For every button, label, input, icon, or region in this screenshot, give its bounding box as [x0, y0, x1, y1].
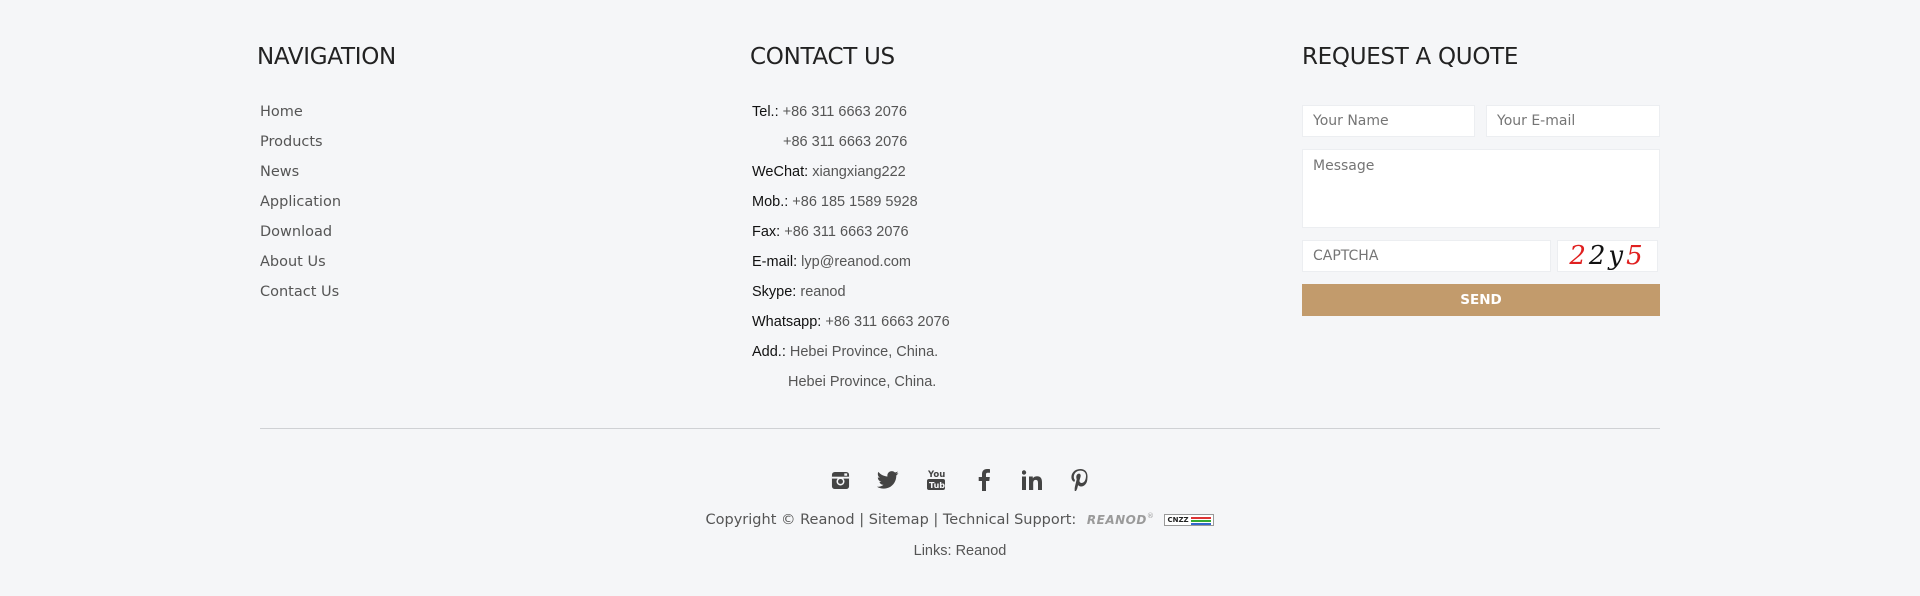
contact-row-email: E-mail: lyp@reanod.com [752, 254, 911, 270]
links-item-reanod[interactable]: Reanod [956, 543, 1007, 559]
nav-link-news[interactable]: News [260, 157, 341, 187]
reanod-logo[interactable]: REANOD [1087, 513, 1147, 527]
message-textarea[interactable] [1302, 149, 1660, 228]
social-links: YouTube [0, 465, 1920, 495]
footer-divider [260, 428, 1660, 429]
facebook-icon[interactable] [972, 465, 996, 495]
instagram-icon[interactable] [828, 465, 852, 495]
nav-link-home[interactable]: Home [260, 97, 341, 127]
nav-link-about-us[interactable]: About Us [260, 247, 341, 277]
separator: | [933, 512, 939, 528]
links-label: Links: [913, 543, 952, 559]
contact-heading: CONTACT US [750, 44, 895, 70]
nav-link-download[interactable]: Download [260, 217, 341, 247]
sitemap-link[interactable]: Sitemap [869, 512, 929, 528]
captcha-char: 5 [1626, 241, 1646, 271]
captcha-char: y [1608, 241, 1627, 271]
nav-link-products[interactable]: Products [260, 127, 341, 157]
contact-row-address: Add.: Hebei Province, China. [752, 344, 939, 360]
send-button[interactable]: SEND [1302, 284, 1660, 316]
pinterest-icon[interactable] [1068, 465, 1092, 495]
copyright-link[interactable]: Copyright © Reanod [706, 512, 855, 528]
contact-row-tel-2: +86 311 6663 2076 [783, 134, 908, 150]
separator: | [859, 512, 865, 528]
contact-row-whatsapp: Whatsapp: +86 311 6663 2076 [752, 314, 950, 330]
cnzz-logo[interactable]: CNZZ [1164, 514, 1215, 526]
navigation-heading: NAVIGATION [257, 44, 396, 70]
email-input[interactable] [1486, 105, 1660, 137]
navigation-list: Home Products News Application Download … [260, 97, 341, 307]
registered-mark: ® [1146, 512, 1154, 521]
youtube-icon[interactable]: YouTube [924, 465, 948, 495]
contact-row-tel: Tel.: +86 311 6663 2076 [752, 104, 907, 120]
captcha-char: 2 [1569, 241, 1589, 271]
technical-support-label: Technical Support: [942, 512, 1077, 528]
nav-link-application[interactable]: Application [260, 187, 341, 217]
contact-row-wechat: WeChat: xiangxiang222 [752, 164, 906, 180]
contact-list: Tel.: +86 311 6663 2076 +86 311 6663 207… [752, 97, 950, 397]
twitter-icon[interactable] [876, 465, 900, 495]
contact-row-mobile: Mob.: +86 185 1589 5928 [752, 194, 918, 210]
contact-row-skype: Skype: reanod [752, 284, 846, 300]
copyright-bar: Copyright © Reanod | Sitemap | Technical… [0, 512, 1920, 528]
contact-row-address-2: Hebei Province, China. [788, 374, 937, 390]
svg-text:You: You [927, 470, 945, 480]
captcha-char: 2 [1588, 241, 1609, 271]
name-input[interactable] [1302, 105, 1475, 137]
svg-text:Tube: Tube [929, 481, 946, 490]
contact-row-fax: Fax: +86 311 6663 2076 [752, 224, 909, 240]
quote-heading: REQUEST A QUOTE [1302, 44, 1519, 70]
links-bar: Links: Reanod [0, 543, 1920, 559]
captcha-image[interactable]: 22y5 [1557, 240, 1658, 272]
nav-link-contact-us[interactable]: Contact Us [260, 277, 341, 307]
linkedin-icon[interactable] [1020, 465, 1044, 495]
captcha-input[interactable] [1302, 240, 1551, 272]
